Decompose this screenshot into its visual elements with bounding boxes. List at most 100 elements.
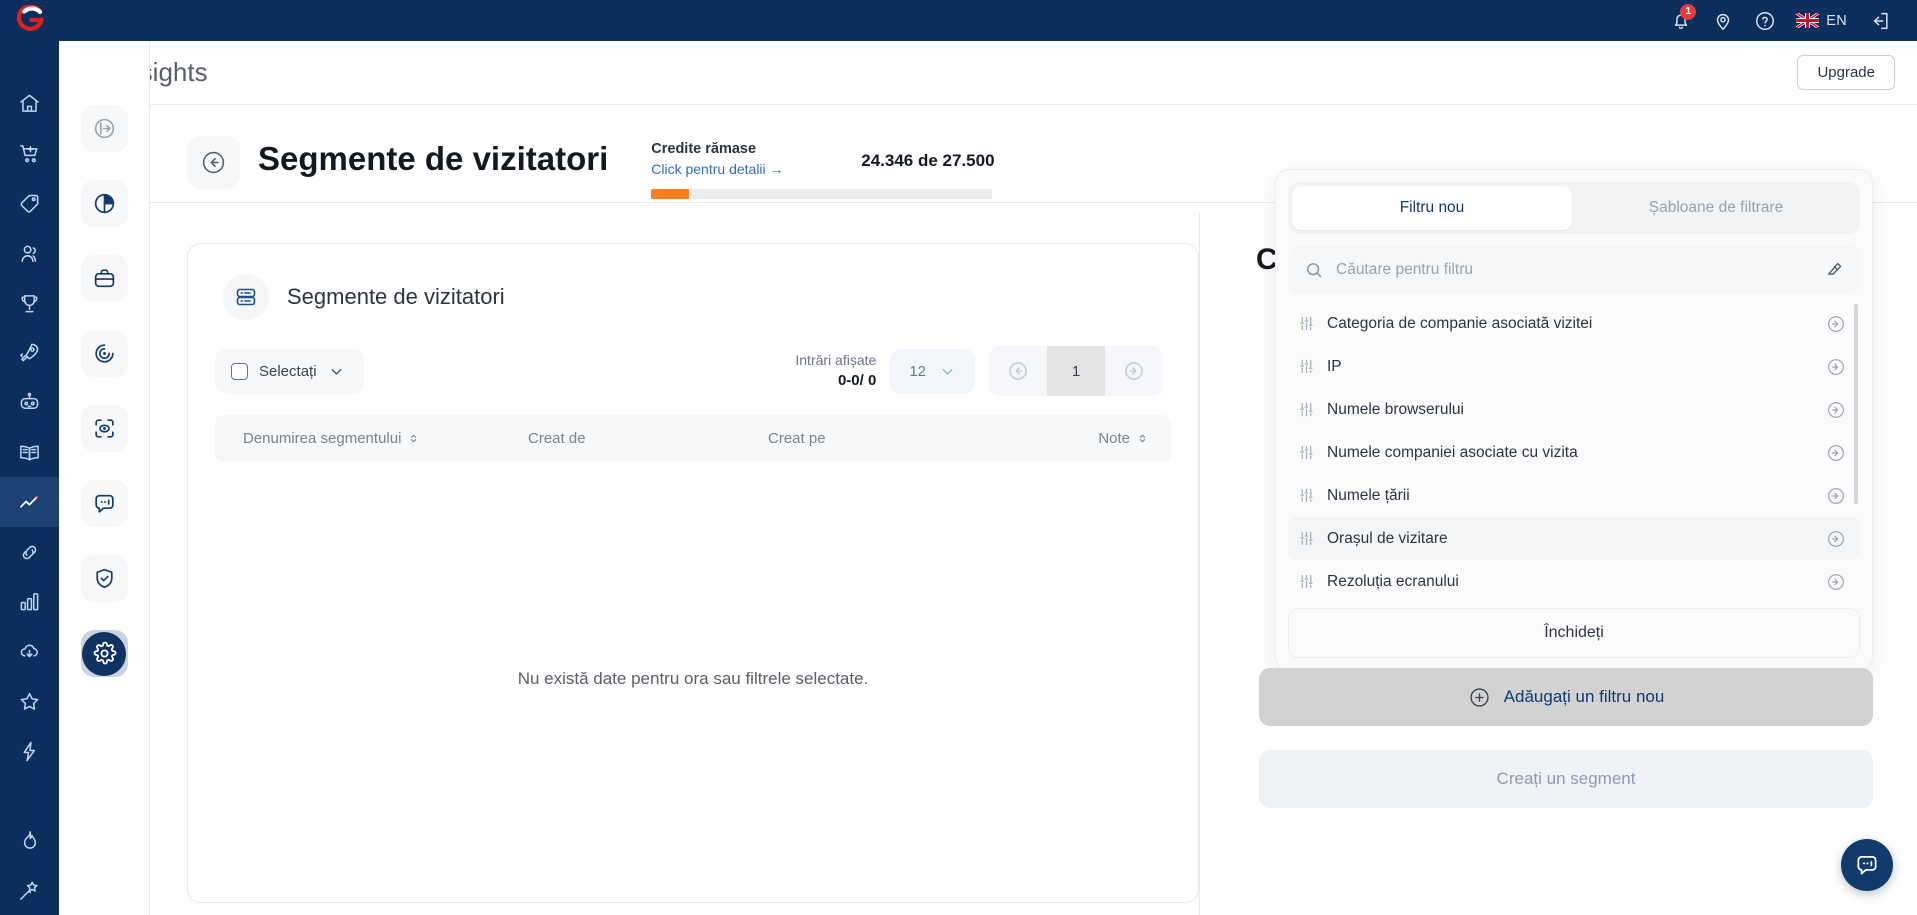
sidebar-item-reports[interactable] [0, 577, 59, 627]
chevron-down-icon [939, 363, 956, 380]
credits-block: Credite rămase Click pentru detalii → 24… [651, 141, 995, 199]
upgrade-button[interactable]: Upgrade [1797, 55, 1895, 90]
column-header-segment-name[interactable]: Denumirea segmentului [243, 430, 528, 447]
tab-filter-templates[interactable]: Șabloane de filtrare [1576, 186, 1856, 230]
next-page-button[interactable] [1105, 346, 1163, 396]
entries-count: 0-0/ 0 [837, 372, 877, 390]
filter-item-label: Numele companiei asociate cu vizita [1327, 443, 1578, 461]
rail-item-messages[interactable] [80, 480, 128, 527]
sidebar-item-links[interactable] [0, 527, 59, 577]
sidebar-item-favorites[interactable] [0, 677, 59, 727]
column-header-created-on: Creat pe [768, 430, 1018, 447]
per-page-select[interactable]: 12 [890, 348, 975, 394]
per-page-value: 12 [909, 362, 926, 380]
shield-check-icon [92, 566, 117, 591]
page-header: Insights Upgrade [59, 41, 1917, 105]
credits-detail-link[interactable]: Click pentru detalii → [651, 161, 861, 177]
eraser-icon[interactable] [1824, 260, 1844, 280]
rail-item-activity[interactable] [80, 330, 128, 377]
filter-item-label: Numele browserului [1327, 400, 1464, 418]
briefcase-icon [92, 266, 117, 291]
rail-item-settings[interactable] [80, 630, 128, 677]
shopping-cart-icon [18, 142, 41, 165]
filter-list[interactable]: Categoria de companie asociată vizitei I… [1288, 302, 1860, 602]
plus-circle-icon [1468, 686, 1491, 709]
filter-list-item[interactable]: IP [1288, 345, 1860, 388]
sidebar-item-insights[interactable] [0, 477, 59, 528]
sliders-icon [1298, 401, 1315, 418]
empty-state-message: Nu există date pentru ora sau filtrele s… [517, 669, 869, 688]
arrow-right-circle-icon[interactable] [1826, 486, 1846, 506]
sidebar-item-automation[interactable] [0, 726, 59, 776]
language-switcher[interactable]: EN [1796, 13, 1847, 29]
filter-list-item[interactable]: Rezoluția ecranului [1288, 560, 1860, 602]
notifications-button[interactable]: 1 [1660, 0, 1702, 41]
back-button[interactable] [187, 136, 240, 189]
language-label: EN [1826, 12, 1847, 29]
sliders-icon [1298, 530, 1315, 547]
filter-item-label: Numele țării [1327, 486, 1410, 504]
credits-amount: 24.346 de 27.500 [861, 151, 995, 170]
sidebar-item-knowledge[interactable] [0, 428, 59, 478]
brand-logo-icon[interactable] [0, 0, 59, 40]
column-header-note[interactable]: Note [1098, 430, 1149, 447]
rail-item-collapse-panel[interactable] [80, 105, 128, 152]
filter-tabs: Filtru nou Șabloane de filtrare [1288, 182, 1860, 234]
sliders-icon [1298, 358, 1315, 375]
sidebar-item-shop[interactable] [0, 129, 59, 179]
close-filter-button[interactable]: Închideți [1288, 608, 1860, 658]
sidebar-item-achievements[interactable] [0, 278, 59, 328]
select-dropdown[interactable]: Selectați [215, 348, 364, 394]
segments-card: Segmente de vizitatori Selectați Intrări… [187, 243, 1199, 903]
arrow-right-circle-icon[interactable] [1826, 314, 1846, 334]
tab-new-filter[interactable]: Filtru nou [1292, 186, 1572, 230]
sidebar-item-launch[interactable] [0, 328, 59, 378]
filter-list-scrollbar[interactable] [1854, 304, 1858, 504]
filter-search-row [1288, 246, 1860, 294]
help-button[interactable] [1744, 0, 1786, 41]
card-title: Segmente de vizitatori [287, 284, 505, 309]
sidebar-item-downloads[interactable] [0, 627, 59, 677]
sidebar-item-home[interactable] [0, 79, 59, 129]
prev-page-button[interactable] [989, 346, 1047, 396]
filter-list-item[interactable]: Numele țării [1288, 474, 1860, 517]
filter-list-item[interactable]: Numele browserului [1288, 388, 1860, 431]
arrow-right-circle-icon[interactable] [1826, 572, 1846, 592]
arrow-right-circle-icon[interactable] [1826, 443, 1846, 463]
location-button[interactable] [1702, 0, 1744, 41]
add-filter-button[interactable]: Adăugați un filtru nou [1259, 668, 1873, 726]
sidebar-item-tags[interactable] [0, 179, 59, 229]
chat-fab-button[interactable] [1841, 839, 1893, 891]
current-page[interactable]: 1 [1047, 346, 1105, 396]
rail-item-briefcase[interactable] [80, 255, 128, 302]
arrow-right-circle-icon[interactable] [1826, 357, 1846, 377]
create-segment-button[interactable]: Creați un segment [1259, 750, 1873, 808]
sidebar-item-contacts[interactable] [0, 228, 59, 278]
gear-icon [82, 631, 126, 676]
filter-list-item[interactable]: Numele companiei asociate cu vizita [1288, 431, 1860, 474]
logout-button[interactable] [1859, 0, 1901, 41]
segments-heading: Segmente de vizitatori [258, 140, 609, 177]
flame-icon [18, 829, 41, 852]
rail-item-visitor-scan[interactable] [80, 405, 128, 452]
select-all-checkbox[interactable] [231, 362, 248, 380]
arrow-right-circle-icon[interactable] [1826, 529, 1846, 549]
filter-search-input[interactable] [1336, 261, 1812, 279]
filter-list-item[interactable]: Orașul de vizitare [1288, 517, 1860, 560]
sliders-icon [1298, 573, 1315, 590]
users-icon [18, 242, 41, 265]
credits-progress-track [651, 189, 993, 199]
entries-label: Intrări afișate [795, 351, 877, 368]
filter-panel: Filtru nou Șabloane de filtrare Categori… [1275, 169, 1873, 671]
sidebar-item-magic[interactable] [0, 865, 59, 915]
location-pin-icon [1712, 10, 1734, 32]
rail-item-security[interactable] [80, 555, 128, 602]
sidebar-item-trending[interactable] [0, 815, 59, 865]
filter-list-item[interactable]: Categoria de companie asociată vizitei [1288, 302, 1860, 345]
sidebar-item-bot[interactable] [0, 378, 59, 428]
chevron-down-icon [328, 363, 345, 380]
rail-item-overview[interactable] [80, 180, 128, 227]
panel-collapse-icon [92, 116, 117, 141]
search-icon [1304, 260, 1324, 280]
arrow-right-circle-icon[interactable] [1826, 400, 1846, 420]
